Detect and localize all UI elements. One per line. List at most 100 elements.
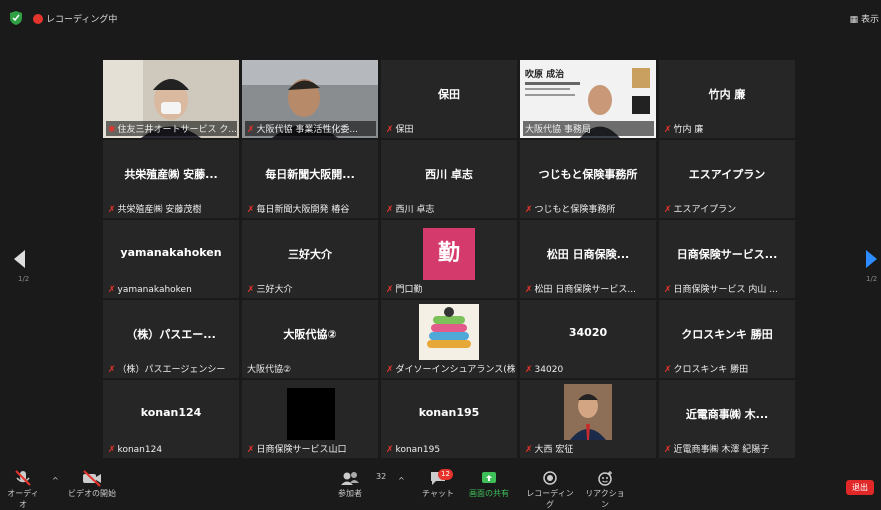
- slide-title: 吹原 成治: [525, 70, 565, 80]
- participant-name: ✗ 日商保険サービス 内山 ...: [664, 285, 778, 295]
- participant-tile[interactable]: クロスキンキ 勝田 ✗ クロスキンキ 勝田: [659, 300, 795, 378]
- participant-tile[interactable]: 大阪代協② 大阪代協②: [242, 300, 378, 378]
- leave-meeting-button[interactable]: 退出: [846, 480, 874, 495]
- next-page-icon[interactable]: [866, 250, 878, 268]
- audio-options-chevron-icon[interactable]: ^: [52, 476, 59, 485]
- share-screen-icon: [482, 472, 496, 483]
- participant-tile[interactable]: 吹原 成治 大阪代協 事務局: [520, 60, 656, 138]
- profile-initial-avatar: 勤: [423, 228, 475, 280]
- participants-button[interactable]: 参加者: [330, 468, 370, 499]
- video-camera-icon: [83, 470, 101, 487]
- participants-icon: [341, 472, 359, 485]
- participant-display-name: つじもと保険事務所: [538, 168, 638, 181]
- microphone-icon: [15, 470, 31, 486]
- participant-tile[interactable]: 保田 ✗ 保田: [381, 60, 517, 138]
- participant-name: ✗ 竹内 廉: [664, 125, 704, 135]
- participant-tile[interactable]: 共栄殖産㈱ 安藤... ✗ 共栄殖産㈱ 安藤茂樹: [103, 140, 239, 218]
- profile-picture: [419, 304, 479, 360]
- participant-tile[interactable]: 西川 卓志 ✗ 西川 卓志: [381, 140, 517, 218]
- participant-display-name: yamanakahoken: [120, 246, 222, 259]
- participant-tile[interactable]: 勤 ✗ 門口勤: [381, 220, 517, 298]
- participant-name: ✗ エスアイプラン: [664, 205, 737, 215]
- view-button[interactable]: ▦ 表示: [850, 12, 879, 25]
- participant-display-name: 共栄殖産㈱ 安藤...: [124, 168, 218, 181]
- participant-tile[interactable]: konan195 ✗ konan195: [381, 380, 517, 458]
- participant-tile[interactable]: 松田 日商保険... ✗ 松田 日商保険サービス...: [520, 220, 656, 298]
- participant-tile[interactable]: ✗ 日商保険サービス山口: [242, 380, 378, 458]
- record-button[interactable]: レコーディング: [524, 468, 576, 510]
- participant-display-name: 日商保険サービス...: [676, 248, 778, 261]
- participant-tile[interactable]: yamanakahoken ✗ yamanakahoken: [103, 220, 239, 298]
- participant-name: ✗ 門口勤: [386, 285, 423, 295]
- participant-name: ✗ 34020: [525, 365, 564, 375]
- participant-name: ✗ 西川 卓志: [386, 205, 435, 215]
- participant-display-name: 保田: [438, 88, 460, 101]
- participant-name: ✗ konan124: [108, 445, 163, 455]
- participant-grid: ✱ 住友三井オートサービス ク... ✗ 大阪代協 事業活性化委... 保田 ✗ 保田…: [103, 60, 795, 458]
- start-video-button[interactable]: ビデオの開始: [62, 468, 122, 499]
- participant-tile[interactable]: 毎日新聞大阪開... ✗ 毎日新聞大阪開発 椿谷: [242, 140, 378, 218]
- participant-tile[interactable]: （株）パスエー... ✗ （株）パスエージェンシー: [103, 300, 239, 378]
- profile-picture: [287, 388, 335, 440]
- participant-tile[interactable]: ✗ ダイソーインシュアランス(株)...: [381, 300, 517, 378]
- participant-name: 大阪代協②: [247, 365, 292, 375]
- participant-tile[interactable]: 34020 ✗ 34020: [520, 300, 656, 378]
- participant-name: ✗ 近電商事㈱ 木澤 紀陽子: [664, 445, 770, 455]
- participant-tile[interactable]: ✱ 住友三井オートサービス ク...: [103, 60, 239, 138]
- participant-display-name: 西川 卓志: [425, 168, 473, 181]
- participant-display-name: （株）パスエー...: [126, 328, 216, 341]
- participant-display-name: 近電商事㈱ 木...: [685, 408, 769, 421]
- participant-tile[interactable]: ✗ 大阪代協 事業活性化委...: [242, 60, 378, 138]
- participant-name: ✱ 住友三井オートサービス ク...: [106, 121, 237, 136]
- participant-display-name: 竹内 廉: [708, 88, 746, 101]
- participant-name: ✗ ダイソーインシュアランス(株)...: [386, 365, 515, 375]
- chat-unread-badge: 12: [438, 469, 453, 480]
- participant-name: ✗ 三好大介: [247, 285, 293, 295]
- record-icon: [543, 471, 557, 485]
- participant-tile[interactable]: 近電商事㈱ 木... ✗ 近電商事㈱ 木澤 紀陽子: [659, 380, 795, 458]
- participant-display-name: クロスキンキ 勝田: [681, 328, 773, 341]
- participant-tile[interactable]: エスアイプラン ✗ エスアイプラン: [659, 140, 795, 218]
- share-screen-button[interactable]: 画面の共有: [466, 468, 512, 499]
- page-indicator-left: 1/2: [18, 275, 30, 283]
- participants-options-chevron-icon[interactable]: ^: [398, 476, 405, 485]
- participant-name: ✗ yamanakahoken: [108, 285, 192, 295]
- participant-name: ✗ クロスキンキ 勝田: [664, 365, 749, 375]
- participant-display-name: エスアイプラン: [688, 168, 766, 181]
- audio-button[interactable]: オーディオ: [6, 468, 40, 510]
- participant-tile[interactable]: ✗ 大西 宏征: [520, 380, 656, 458]
- participant-name: ✗ 共栄殖産㈱ 安藤茂樹: [108, 205, 202, 215]
- participant-name: ✗ 日商保険サービス山口: [247, 445, 347, 455]
- participant-name: ✗ 大西 宏征: [525, 445, 574, 455]
- participant-display-name: 松田 日商保険...: [546, 248, 630, 261]
- profile-picture: [564, 384, 612, 440]
- participant-name: ✗ 毎日新聞大阪開発 椿谷: [247, 205, 350, 215]
- participant-tile[interactable]: 竹内 廉 ✗ 竹内 廉: [659, 60, 795, 138]
- participant-display-name: konan195: [418, 406, 480, 419]
- participant-tile[interactable]: 日商保険サービス... ✗ 日商保険サービス 内山 ...: [659, 220, 795, 298]
- prev-page-icon[interactable]: [14, 250, 26, 268]
- participant-name: 大阪代協 事務局: [523, 121, 654, 136]
- participant-display-name: 大阪代協②: [283, 328, 337, 341]
- reaction-emoji-icon: [598, 471, 612, 486]
- participant-display-name: konan124: [140, 406, 202, 419]
- page-indicator-right: 1/2: [866, 275, 878, 283]
- participant-name: ✗ つじもと保険事務所: [525, 205, 616, 215]
- participant-name: ✗ 松田 日商保険サービス...: [525, 285, 636, 295]
- participant-name: ✗ 保田: [386, 125, 414, 135]
- security-shield-icon[interactable]: [10, 11, 22, 25]
- reactions-button[interactable]: リアクション: [582, 468, 628, 510]
- participant-tile[interactable]: konan124 ✗ konan124: [103, 380, 239, 458]
- participant-name: ✗ konan195: [386, 445, 441, 455]
- recording-status[interactable]: レコーディング中: [46, 12, 117, 25]
- recording-dot-icon: [33, 14, 43, 24]
- participant-display-name: 毎日新聞大阪開...: [265, 168, 355, 181]
- participant-name: ✗ （株）パスエージェンシー: [108, 365, 226, 375]
- participants-count: 32: [376, 472, 387, 481]
- participant-display-name: 三好大介: [288, 248, 332, 261]
- participant-name: ✗ 大阪代協 事業活性化委...: [245, 121, 376, 136]
- participant-tile[interactable]: 三好大介 ✗ 三好大介: [242, 220, 378, 298]
- participant-display-name: 34020: [568, 326, 608, 339]
- participant-tile[interactable]: つじもと保険事務所 ✗ つじもと保険事務所: [520, 140, 656, 218]
- top-bar: レコーディング中 ▦ 表示: [0, 0, 881, 40]
